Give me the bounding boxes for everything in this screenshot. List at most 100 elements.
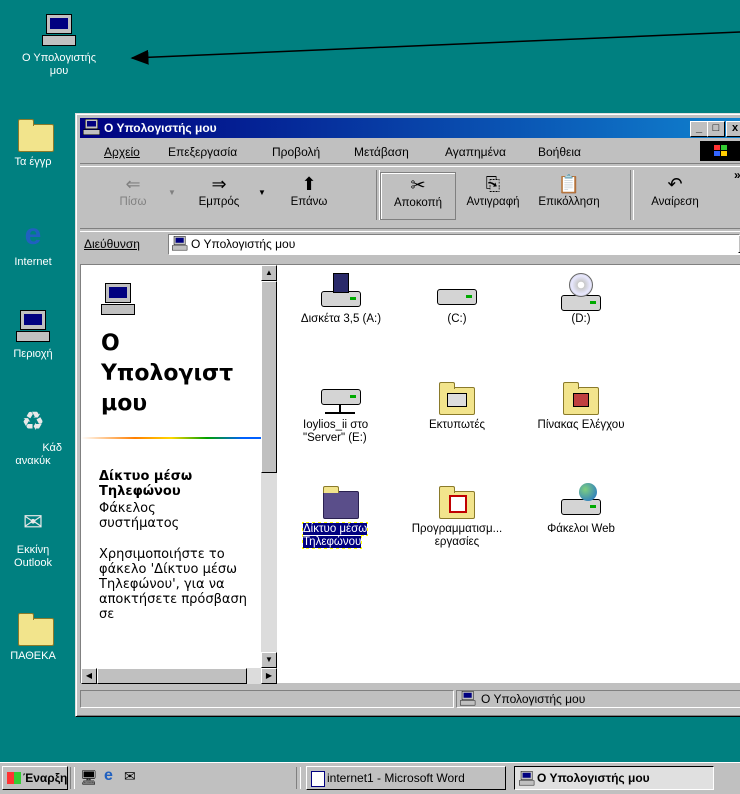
minimize-button[interactable]: _ xyxy=(690,121,708,137)
outlook-express-icon[interactable]: ✉ xyxy=(124,768,136,785)
arrow-to-desktop-icon xyxy=(130,31,740,65)
forward-dropdown-icon[interactable]: ▼ xyxy=(258,188,266,197)
paste-button[interactable]: 📋 Επικόλληση xyxy=(532,172,606,218)
status-panel-left xyxy=(80,690,454,708)
forward-label: Εμπρός xyxy=(198,196,240,208)
scheduled-tasks-icon xyxy=(437,483,477,519)
item-label: Εκτυπωτές xyxy=(428,419,486,431)
hard-drive-icon xyxy=(437,273,477,309)
forward-arrow-icon: ⇒ xyxy=(211,174,227,194)
explorer-window: Ο Υπολογιστής μου _ □ x Αρχείο Επεξεργασ… xyxy=(75,113,740,717)
scroll-down-button[interactable]: ▼ xyxy=(261,652,277,668)
cut-label: Αποκοπή xyxy=(393,197,442,209)
info-pane-horizontal-scrollbar[interactable]: ◀ ▶ xyxy=(81,668,277,684)
selection-description: Χρησιμοποιήστε το φάκελο 'Δίκτυο μέσω Τη… xyxy=(99,547,247,622)
address-bar: Διεύθυνση Ο Υπολογιστής μου ▼ xyxy=(80,232,740,258)
item-network-drive[interactable]: Ioylios_ii στο "Server" (E:) xyxy=(281,379,401,445)
paste-label: Επικόλληση xyxy=(538,196,600,208)
paste-icon: 📋 xyxy=(557,174,581,194)
toolbar-more-button[interactable]: » xyxy=(734,168,740,182)
forward-button[interactable]: ⇒ Εμπρός xyxy=(182,172,256,218)
web-folders-icon xyxy=(561,483,601,519)
selection-type: Φάκελος συστήματος xyxy=(99,501,180,531)
scroll-thumb[interactable] xyxy=(97,668,247,684)
undo-button[interactable]: ↶ Αναίρεση xyxy=(638,172,712,218)
item-dialup-networking[interactable]: Δίκτυο μέσω Τηλεφώνου xyxy=(281,483,401,549)
content-area: Ο Υπολογιστ μου Δίκτυο μέσω Τηλεφώνου Φά… xyxy=(80,264,740,684)
item-floppy[interactable]: Δισκέτα 3,5 (A:) xyxy=(281,273,401,326)
printers-folder-icon xyxy=(437,379,477,415)
word-document-icon xyxy=(311,771,325,787)
info-title-line: μου xyxy=(101,391,148,416)
quicklaunch-separator xyxy=(70,767,75,789)
address-value: Ο Υπολογιστής μου xyxy=(191,237,296,251)
windows-logo-icon xyxy=(7,772,21,784)
task-label: Ο Υπολογιστής μου xyxy=(537,771,650,785)
scissors-icon: ✂ xyxy=(410,175,426,195)
back-button[interactable]: ⇐ Πίσω xyxy=(96,172,170,218)
start-button[interactable]: Έναρξη xyxy=(2,766,68,790)
menu-view[interactable]: Προβολή xyxy=(272,145,320,159)
item-printers[interactable]: Εκτυπωτές xyxy=(397,379,517,432)
menu-go[interactable]: Μετάβαση xyxy=(354,145,409,159)
task-my-computer[interactable]: Ο Υπολογιστής μου xyxy=(514,766,714,790)
item-drive-d[interactable]: (D:) xyxy=(521,273,641,326)
menu-bar: Αρχείο Επεξεργασία Προβολή Μετάβαση Αγαπ… xyxy=(80,141,740,161)
scroll-right-button[interactable]: ▶ xyxy=(261,668,277,684)
task-label: internet1 - Microsoft Word xyxy=(327,771,465,785)
item-label: Ioylios_ii στο "Server" (E:) xyxy=(303,419,369,444)
close-button[interactable]: x xyxy=(726,121,740,137)
info-pane-vertical-scrollbar[interactable]: ▲ ▼ xyxy=(261,265,277,668)
status-text: Ο Υπολογιστής μου xyxy=(481,692,586,706)
status-bar: Ο Υπολογιστής μου xyxy=(80,688,740,708)
toolbar-separator xyxy=(630,170,634,220)
item-web-folders[interactable]: Φάκελοι Web xyxy=(521,483,641,536)
info-title-line: Υπολογιστ xyxy=(101,361,234,386)
back-dropdown-icon[interactable]: ▼ xyxy=(168,188,176,197)
address-field[interactable]: Ο Υπολογιστής μου xyxy=(168,234,740,255)
menu-help[interactable]: Βοήθεια xyxy=(538,145,581,159)
item-label: (D:) xyxy=(571,313,591,325)
up-label: Επάνω xyxy=(290,196,328,208)
info-pane-rainbow-rule xyxy=(81,437,261,439)
back-arrow-icon: ⇐ xyxy=(125,174,141,194)
cut-button[interactable]: ✂ Αποκοπή xyxy=(380,172,456,220)
address-label: Διεύθυνση xyxy=(84,237,140,251)
floppy-drive-icon xyxy=(321,273,361,309)
maximize-button[interactable]: □ xyxy=(707,121,725,137)
start-label: Έναρξη xyxy=(23,771,68,785)
copy-button[interactable]: ⎘ Αντιγραφή xyxy=(456,172,530,218)
menu-favorites[interactable]: Αγαπημένα xyxy=(445,145,506,159)
back-label: Πίσω xyxy=(119,196,147,208)
show-desktop-icon[interactable]: 🖥 xyxy=(80,769,98,786)
info-title-line: Ο xyxy=(101,331,120,356)
status-panel-right: Ο Υπολογιστής μου xyxy=(456,690,740,708)
menu-edit[interactable]: Επεξεργασία xyxy=(168,145,237,159)
item-label: Φάκελοι Web xyxy=(547,523,615,535)
scroll-left-button[interactable]: ◀ xyxy=(81,668,97,684)
taskbar: Έναρξη 🖥 e ✉ internet1 - Microsoft Word … xyxy=(0,762,740,794)
window-title: Ο Υπολογιστής μου xyxy=(104,121,217,135)
info-pane-title: Ο Υπολογιστ μου xyxy=(101,329,233,419)
selection-title: Δίκτυο μέσω Τηλεφώνου xyxy=(99,469,193,499)
cd-drive-icon xyxy=(561,273,601,311)
up-button[interactable]: ⬆ Επάνω xyxy=(272,172,346,218)
taskbar-separator xyxy=(296,767,301,789)
title-bar[interactable]: Ο Υπολογιστής μου _ □ x xyxy=(80,118,740,138)
up-folder-icon: ⬆ xyxy=(301,174,317,194)
scroll-thumb[interactable] xyxy=(261,281,277,473)
task-word[interactable]: internet1 - Microsoft Word xyxy=(306,766,506,790)
copy-icon: ⎘ xyxy=(485,174,501,194)
menu-file[interactable]: Αρχείο xyxy=(104,145,140,159)
scroll-up-button[interactable]: ▲ xyxy=(261,265,277,281)
item-drive-c[interactable]: (C:) xyxy=(397,273,517,326)
item-label: Δισκέτα 3,5 (A:) xyxy=(300,313,382,325)
copy-label: Αντιγραφή xyxy=(466,196,520,208)
item-label: Προγραμματισμ... εργασίες xyxy=(411,523,503,548)
item-control-panel[interactable]: Πίνακας Ελέγχου xyxy=(521,379,641,432)
dialup-networking-icon xyxy=(321,483,361,519)
internet-explorer-icon[interactable]: e xyxy=(104,767,113,785)
control-panel-icon xyxy=(561,379,601,415)
item-label: Δίκτυο μέσω Τηλεφώνου xyxy=(301,522,369,549)
item-scheduled-tasks[interactable]: Προγραμματισμ... εργασίες xyxy=(397,483,517,549)
